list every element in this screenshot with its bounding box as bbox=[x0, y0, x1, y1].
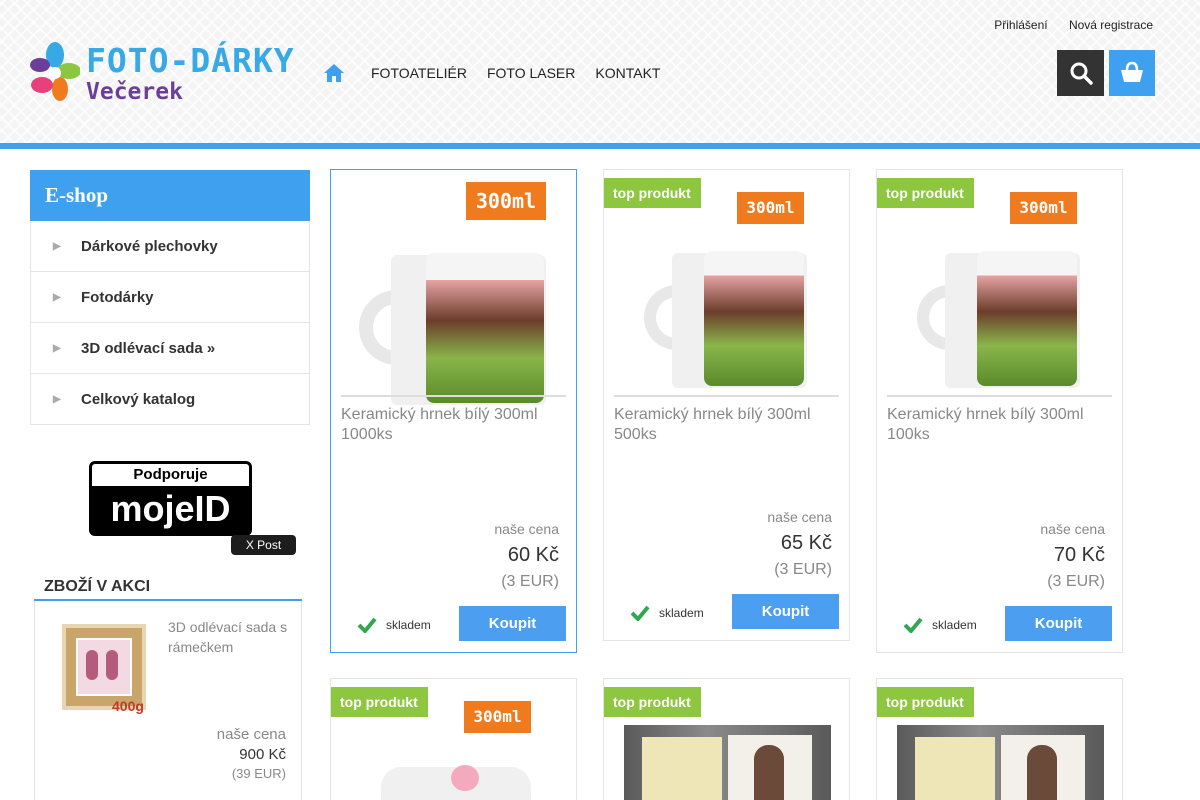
logo-subtitle: Večerek bbox=[86, 79, 183, 105]
price-label: naše cena bbox=[1040, 521, 1105, 537]
cart-button[interactable] bbox=[1109, 50, 1155, 96]
nav-item-kontakt[interactable]: KONTAKT bbox=[595, 65, 660, 81]
sidebar-title: E-shop bbox=[30, 170, 310, 221]
product-price-eur: (3 EUR) bbox=[774, 561, 832, 578]
volume-badge: 300ml bbox=[466, 182, 546, 220]
product-name[interactable]: Keramický hrnek bílý 300ml 1000ks bbox=[341, 405, 566, 445]
stock-label: skladem bbox=[932, 618, 977, 632]
check-icon bbox=[630, 605, 650, 621]
divider bbox=[887, 395, 1112, 397]
check-icon bbox=[357, 617, 377, 633]
search-icon bbox=[1070, 62, 1093, 85]
buy-button[interactable]: Koupit bbox=[1005, 606, 1112, 641]
site-logo[interactable]: FOTO-DÁRKY Večerek bbox=[30, 41, 310, 107]
product-image[interactable] bbox=[897, 725, 1104, 800]
product-image[interactable] bbox=[381, 761, 541, 800]
register-link[interactable]: Nová registrace bbox=[1069, 18, 1153, 32]
cart-icon bbox=[1121, 61, 1143, 82]
product-price-eur: (3 EUR) bbox=[1047, 573, 1105, 590]
divider bbox=[341, 395, 566, 397]
sidebar-item-label: Celkový katalog bbox=[81, 390, 196, 408]
sale-product-name[interactable]: 3D odlévací sada s rámečkem bbox=[168, 617, 288, 657]
top-product-badge: top produkt bbox=[877, 687, 974, 717]
logo-title: FOTO-DÁRKY bbox=[86, 41, 295, 80]
nav-item-foto-laser[interactable]: FOTO LASER bbox=[487, 65, 575, 81]
sidebar-item-fotodarky[interactable]: ▶ Fotodárky bbox=[30, 272, 310, 323]
product-card[interactable]: top produkt bbox=[876, 678, 1123, 800]
stock-status: skladem bbox=[903, 617, 977, 633]
sale-price: 900 Kč bbox=[239, 746, 286, 763]
search-button[interactable] bbox=[1057, 50, 1104, 96]
top-product-badge: top produkt bbox=[604, 687, 701, 717]
sidebar-item-celkovy-katalog[interactable]: ▶ Celkový katalog bbox=[30, 374, 310, 425]
product-image[interactable] bbox=[359, 245, 551, 405]
sale-price-label: naše cena bbox=[216, 726, 286, 743]
stock-status: skladem bbox=[357, 617, 431, 633]
product-card[interactable]: 300ml Keramický hrnek bílý 300ml 1000ks … bbox=[330, 169, 577, 653]
stock-label: skladem bbox=[659, 606, 704, 620]
sidebar-item-label: Dárkové plechovky bbox=[81, 237, 218, 255]
product-name[interactable]: Keramický hrnek bílý 300ml 100ks bbox=[887, 405, 1112, 445]
price-label: naše cena bbox=[767, 509, 832, 525]
main-nav: FOTOATELIÉR FOTO LASER KONTAKT bbox=[323, 63, 680, 83]
check-icon bbox=[903, 617, 923, 633]
home-icon[interactable] bbox=[323, 63, 345, 83]
volume-badge: 300ml bbox=[464, 701, 531, 733]
top-product-badge: top produkt bbox=[877, 178, 974, 208]
product-card[interactable]: top produkt bbox=[603, 678, 850, 800]
sale-price-eur: (39 EUR) bbox=[231, 766, 286, 781]
sidebar-item-darkove-plechovky[interactable]: ▶ Dárkové plechovky bbox=[30, 221, 310, 272]
sale-weight-label: 400g bbox=[112, 698, 144, 714]
product-name[interactable]: Keramický hrnek bílý 300ml 500ks bbox=[614, 405, 839, 445]
x-post-button[interactable]: X Post bbox=[231, 535, 296, 555]
product-card[interactable]: top produkt 300ml Keramický hrnek bílý 3… bbox=[603, 169, 850, 641]
product-price: 70 Kč bbox=[1053, 544, 1105, 566]
divider bbox=[614, 395, 839, 397]
account-links: Přihlášení Nová registrace bbox=[976, 18, 1153, 32]
arrow-right-icon: ▶ bbox=[53, 342, 61, 354]
arrow-right-icon: ▶ bbox=[53, 291, 61, 303]
arrow-right-icon: ▶ bbox=[53, 393, 61, 405]
product-price-eur: (3 EUR) bbox=[501, 573, 559, 590]
product-image[interactable] bbox=[644, 245, 814, 390]
sidebar-item-label: Fotodárky bbox=[81, 288, 154, 306]
nav-item-fotoatelier[interactable]: FOTOATELIÉR bbox=[371, 65, 467, 81]
volume-badge: 300ml bbox=[737, 192, 804, 224]
product-card[interactable]: top produkt 300ml bbox=[330, 678, 577, 800]
product-image[interactable] bbox=[917, 245, 1087, 390]
buy-button[interactable]: Koupit bbox=[459, 606, 566, 641]
stock-label: skladem bbox=[386, 618, 431, 632]
login-link[interactable]: Přihlášení bbox=[994, 18, 1047, 32]
product-price: 65 Kč bbox=[780, 532, 832, 554]
sidebar-item-label: 3D odlévací sada » bbox=[81, 339, 216, 357]
mojeid-badge[interactable]: Podporuje mojeID bbox=[89, 461, 252, 536]
sidebar: E-shop ▶ Dárkové plechovky ▶ Fotodárky ▶ 3D… bbox=[30, 170, 310, 425]
product-price: 60 Kč bbox=[507, 544, 559, 566]
top-product-badge: top produkt bbox=[331, 687, 428, 717]
mojeid-top-text: Podporuje bbox=[92, 464, 249, 486]
sidebar-item-3d-odlevaci-sada[interactable]: ▶ 3D odlévací sada » bbox=[30, 323, 310, 374]
stock-status: skladem bbox=[630, 605, 704, 621]
mojeid-logo-text: mojeID bbox=[110, 488, 231, 529]
top-product-badge: top produkt bbox=[604, 178, 701, 208]
sale-section-title: ZBOŽÍ V AKCI bbox=[44, 578, 151, 595]
arrow-right-icon: ▶ bbox=[53, 240, 61, 252]
buy-button[interactable]: Koupit bbox=[732, 594, 839, 629]
product-card[interactable]: top produkt 300ml Keramický hrnek bílý 3… bbox=[876, 169, 1123, 653]
header-stripe bbox=[0, 143, 1200, 149]
flower-logo-icon bbox=[30, 42, 80, 101]
volume-badge: 300ml bbox=[1010, 192, 1077, 224]
price-label: naše cena bbox=[494, 521, 559, 537]
product-image[interactable] bbox=[624, 725, 831, 800]
